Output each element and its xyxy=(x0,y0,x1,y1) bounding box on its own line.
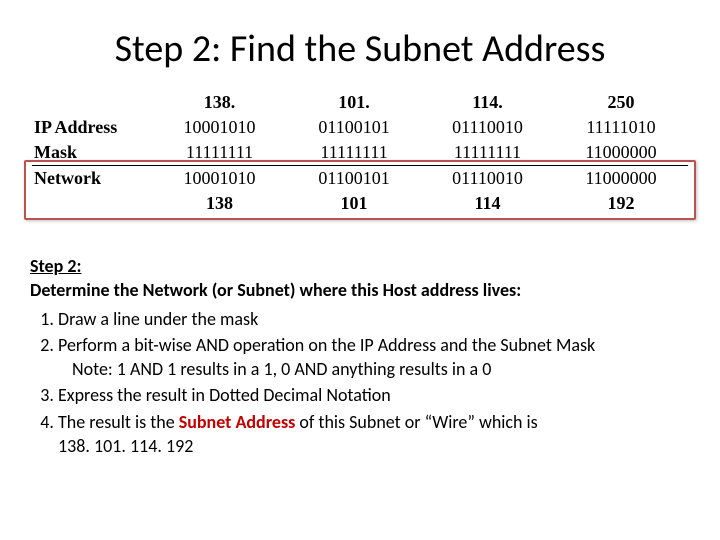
body-text: Step 2: Determine the Network (or Subnet… xyxy=(30,254,690,458)
mask-bin-3: 11000000 xyxy=(554,140,688,166)
row-decimal-bottom: 138 101 114 192 xyxy=(32,191,688,216)
mask-bin-1: 11111111 xyxy=(287,140,421,166)
step-4-emph: Subnet Address xyxy=(179,411,296,433)
dec-top-1: 101. xyxy=(287,90,421,115)
dec-bot-1: 101 xyxy=(287,191,421,216)
cell-empty-2 xyxy=(32,191,152,216)
step-1: Draw a line under the mask xyxy=(58,307,690,331)
dec-top-0: 138. xyxy=(152,90,287,115)
body-subhead: Determine the Network (or Subnet) where … xyxy=(30,278,690,302)
dec-bot-0: 138 xyxy=(152,191,287,216)
row-decimal-top: 138. 101. 114. 250 xyxy=(32,90,688,115)
step-4-a: The result is the xyxy=(58,411,179,433)
dec-top-2: 114. xyxy=(421,90,554,115)
cell-empty xyxy=(32,90,152,115)
net-bin-0: 10001010 xyxy=(152,166,287,192)
step-label: Step 2: xyxy=(30,254,690,278)
subnet-table: 138. 101. 114. 250 IP Address 10001010 0… xyxy=(32,90,688,216)
dec-bot-2: 114 xyxy=(421,191,554,216)
ip-bin-0: 10001010 xyxy=(152,115,287,140)
dec-top-3: 250 xyxy=(554,90,688,115)
label-mask: Mask xyxy=(32,140,152,166)
label-network: Network xyxy=(32,166,152,192)
dec-bot-3: 192 xyxy=(554,191,688,216)
row-mask-bin: Mask 11111111 11111111 11111111 11000000 xyxy=(32,140,688,166)
step-2-note: Note: 1 AND 1 results in a 1, 0 AND anyt… xyxy=(72,357,690,381)
steps-list: Draw a line under the mask Perform a bit… xyxy=(30,307,690,459)
step-4: The result is the Subnet Address of this… xyxy=(58,410,690,459)
row-ip-bin: IP Address 10001010 01100101 01110010 11… xyxy=(32,115,688,140)
net-bin-1: 01100101 xyxy=(287,166,421,192)
step-4-result: 138. 101. 114. 192 xyxy=(58,434,690,458)
ip-bin-2: 01110010 xyxy=(421,115,554,140)
slide: Step 2: Find the Subnet Address 138. 101… xyxy=(0,0,720,540)
net-bin-2: 01110010 xyxy=(421,166,554,192)
ip-bin-3: 11111010 xyxy=(554,115,688,140)
step-2-text: Perform a bit-wise AND operation on the … xyxy=(58,334,595,356)
ip-bin-1: 01100101 xyxy=(287,115,421,140)
label-ip: IP Address xyxy=(32,115,152,140)
step-4-b: of this Subnet or “Wire” which is xyxy=(295,411,537,433)
subnet-table-wrap: 138. 101. 114. 250 IP Address 10001010 0… xyxy=(30,86,690,218)
mask-bin-0: 11111111 xyxy=(152,140,287,166)
step-2: Perform a bit-wise AND operation on the … xyxy=(58,333,690,382)
row-network-bin: Network 10001010 01100101 01110010 11000… xyxy=(32,166,688,192)
net-bin-3: 11000000 xyxy=(554,166,688,192)
step-3: Express the result in Dotted Decimal Not… xyxy=(58,383,690,407)
mask-bin-2: 11111111 xyxy=(421,140,554,166)
slide-title: Step 2: Find the Subnet Address xyxy=(30,26,690,72)
